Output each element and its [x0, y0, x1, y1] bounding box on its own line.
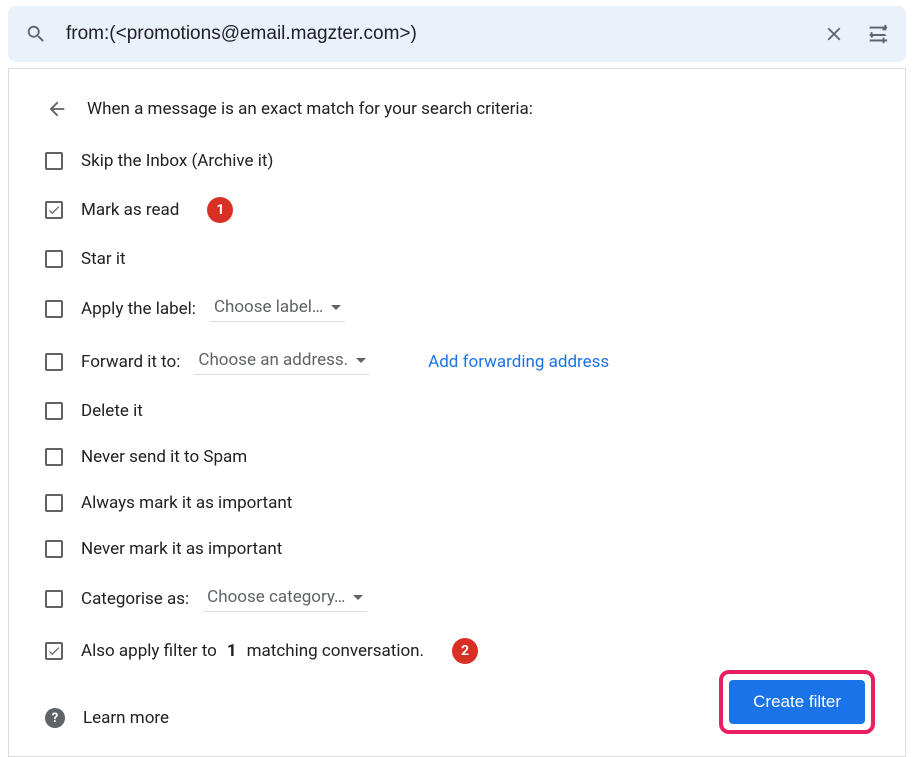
dropdown-forward[interactable]: Choose an address. — [194, 348, 370, 375]
label-forward: Forward it to: — [81, 352, 180, 372]
option-star: Star it — [45, 249, 869, 269]
option-skip-inbox: Skip the Inbox (Archive it) — [45, 151, 869, 171]
checkbox-skip-inbox[interactable] — [45, 152, 63, 170]
search-options-icon[interactable] — [856, 12, 900, 56]
checkbox-always-important[interactable] — [45, 494, 63, 512]
label-categorise: Categorise as: — [81, 589, 189, 609]
label-also-apply: Also apply filter to 1 matching conversa… — [81, 641, 424, 661]
option-forward: Forward it to: Choose an address. Add fo… — [45, 348, 869, 375]
chevron-down-icon — [356, 358, 366, 363]
annotation-badge-2: 2 — [452, 638, 478, 664]
option-categorise: Categorise as: Choose category… — [45, 585, 869, 612]
checkbox-mark-read[interactable] — [45, 201, 63, 219]
clear-icon[interactable] — [812, 12, 856, 56]
search-input[interactable] — [58, 23, 812, 45]
checkbox-also-apply[interactable] — [45, 642, 63, 660]
chevron-down-icon — [353, 595, 363, 600]
option-always-important: Always mark it as important — [45, 493, 869, 513]
checkbox-delete[interactable] — [45, 402, 63, 420]
checkbox-star[interactable] — [45, 250, 63, 268]
option-apply-label: Apply the label: Choose label… — [45, 295, 869, 322]
label-delete: Delete it — [81, 401, 143, 421]
option-never-important: Never mark it as important — [45, 539, 869, 559]
label-apply-label: Apply the label: — [81, 299, 196, 319]
create-filter-highlight: Create filter — [719, 670, 875, 734]
label-always-important: Always mark it as important — [81, 493, 292, 513]
annotation-badge-1: 1 — [207, 197, 233, 223]
option-mark-read: Mark as read 1 — [45, 197, 869, 223]
learn-more-link[interactable]: Learn more — [83, 708, 169, 728]
also-apply-post: matching conversation. — [247, 641, 424, 661]
panel-title: When a message is an exact match for you… — [87, 99, 533, 119]
search-icon[interactable] — [14, 12, 58, 56]
option-also-apply: Also apply filter to 1 matching conversa… — [45, 638, 869, 664]
chevron-down-icon — [331, 305, 341, 310]
label-skip-inbox: Skip the Inbox (Archive it) — [81, 151, 273, 171]
also-apply-pre: Also apply filter to — [81, 641, 217, 661]
panel-header: When a message is an exact match for you… — [45, 97, 869, 121]
help-icon[interactable]: ? — [45, 708, 65, 728]
label-star: Star it — [81, 249, 126, 269]
checkbox-never-spam[interactable] — [45, 448, 63, 466]
option-never-spam: Never send it to Spam — [45, 447, 869, 467]
checkbox-apply-label[interactable] — [45, 300, 63, 318]
dropdown-forward-text: Choose an address. — [198, 350, 348, 370]
filter-panel: When a message is an exact match for you… — [8, 68, 906, 757]
label-never-important: Never mark it as important — [81, 539, 282, 559]
checkbox-forward[interactable] — [45, 353, 63, 371]
checkbox-categorise[interactable] — [45, 590, 63, 608]
dropdown-categorise[interactable]: Choose category… — [203, 585, 367, 612]
dropdown-categorise-text: Choose category… — [207, 587, 345, 607]
back-icon[interactable] — [45, 97, 69, 121]
link-add-forwarding[interactable]: Add forwarding address — [428, 352, 609, 372]
option-delete: Delete it — [45, 401, 869, 421]
create-filter-button[interactable]: Create filter — [729, 680, 865, 724]
dropdown-apply-label[interactable]: Choose label… — [210, 295, 345, 322]
label-mark-read: Mark as read — [81, 200, 179, 220]
label-never-spam: Never send it to Spam — [81, 447, 247, 467]
also-apply-count: 1 — [227, 641, 237, 661]
dropdown-apply-label-text: Choose label… — [214, 297, 323, 317]
checkbox-never-important[interactable] — [45, 540, 63, 558]
search-bar — [8, 6, 906, 62]
